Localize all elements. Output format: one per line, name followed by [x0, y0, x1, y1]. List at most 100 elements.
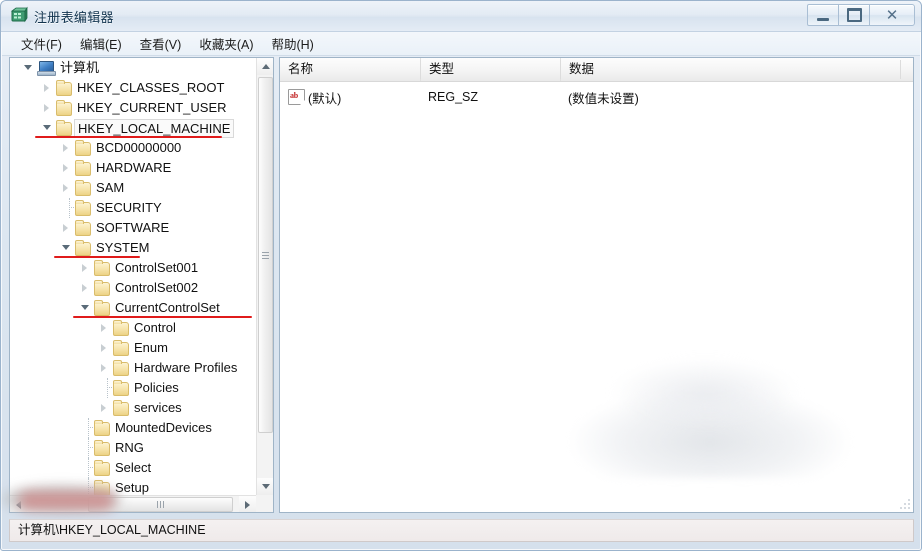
column-divider[interactable] [900, 60, 901, 79]
column-data[interactable]: 数据 [560, 58, 901, 81]
tree-item-hkey-classes-root[interactable]: HKEY_CLASSES_ROOT [10, 78, 256, 98]
grip-icon [262, 250, 269, 261]
menu-edit[interactable]: 编辑(E) [71, 32, 131, 56]
chevron-down-icon[interactable] [62, 245, 70, 250]
chevron-right-icon[interactable] [63, 184, 68, 192]
tree-item-label: services [134, 400, 182, 415]
tree-item-sam[interactable]: SAM [10, 178, 256, 198]
folder-icon [55, 120, 73, 136]
tree-item-hardware-profiles[interactable]: Hardware Profiles [10, 358, 256, 378]
menu-file[interactable]: 文件(F) [12, 32, 71, 56]
tree-item-label: SAM [96, 180, 125, 195]
close-button[interactable]: ✕ [870, 4, 915, 26]
tree-item-currentcontrolset[interactable]: CurrentControlSet [10, 298, 256, 318]
chevron-right-icon[interactable] [82, 284, 87, 292]
chevron-right-icon[interactable] [63, 224, 68, 232]
column-type[interactable]: 类型 [420, 58, 560, 81]
folder-icon [93, 260, 111, 276]
tree-horizontal-thumb[interactable] [88, 497, 233, 512]
chevron-right-icon[interactable] [101, 404, 106, 412]
tree-item-label: ControlSet001 [115, 260, 199, 275]
folder-icon [112, 380, 130, 396]
tree-item-label: Enum [134, 340, 168, 355]
folder-icon [74, 140, 92, 156]
tree-item-hkey-current-user[interactable]: HKEY_CURRENT_USER [10, 98, 256, 118]
tree-item-services[interactable]: services [10, 398, 256, 418]
chevron-down-icon[interactable] [43, 125, 51, 130]
folder-icon [93, 280, 111, 296]
tree-item-policies[interactable]: Policies [10, 378, 256, 398]
chevron-down-icon[interactable] [81, 305, 89, 310]
chevron-right-icon[interactable] [44, 104, 49, 112]
scroll-up-button[interactable] [257, 58, 273, 75]
table-row[interactable]: ab (默认) REG_SZ (数值未设置) [280, 86, 913, 108]
tree-item-label: HKEY_LOCAL_MACHINE [74, 118, 235, 138]
folder-icon [93, 440, 111, 456]
chevron-right-icon[interactable] [44, 84, 49, 92]
tree-item-controlset001[interactable]: ControlSet001 [10, 258, 256, 278]
tree-item-control[interactable]: Control [10, 318, 256, 338]
title-bar[interactable]: 注册表编辑器 ✕ [1, 1, 921, 32]
scroll-left-button[interactable] [10, 496, 27, 512]
tree-item-label: HKEY_CURRENT_USER [77, 100, 227, 115]
scrollbar-corner [256, 495, 273, 512]
scroll-right-button[interactable] [239, 496, 256, 512]
minimize-button[interactable] [807, 4, 839, 26]
menu-help[interactable]: 帮助(H) [262, 32, 322, 56]
tree-item-label: ControlSet002 [115, 280, 199, 295]
tree-item-software[interactable]: SOFTWARE [10, 218, 256, 238]
folder-icon [74, 200, 92, 216]
resize-grip-icon[interactable] [898, 497, 910, 509]
folder-icon [93, 420, 111, 436]
registry-tree-pane: 计算机 HKEY_CLASSES_ROOT HKEY_CURRENT_USER HKE… [9, 57, 274, 513]
tree-item-hkey-local-machine[interactable]: HKEY_LOCAL_MACHINE [10, 118, 256, 138]
tree-item-security[interactable]: SECURITY [10, 198, 256, 218]
chevron-right-icon[interactable] [101, 344, 106, 352]
tree-item-label: HARDWARE [96, 160, 172, 175]
folder-icon [112, 400, 130, 416]
tree-item-select[interactable]: Select [10, 458, 256, 478]
chevron-right-icon[interactable] [101, 324, 106, 332]
menu-favorites[interactable]: 收藏夹(A) [190, 32, 262, 56]
maximize-button[interactable] [839, 4, 870, 26]
tree-item-system[interactable]: SYSTEM [10, 238, 256, 258]
folder-icon [112, 360, 130, 376]
window-controls: ✕ [807, 4, 915, 26]
tree-item-label: RNG [115, 440, 144, 455]
value-data: (数值未设置) [568, 91, 639, 106]
value-type: REG_SZ [428, 90, 479, 104]
chevron-right-icon[interactable] [63, 144, 68, 152]
tree-item-setup[interactable]: Setup [10, 478, 256, 495]
registry-editor-window: 注册表编辑器 ✕ 文件(F) 编辑(E) 查看(V) 收藏夹(A) 帮助(H) … [0, 0, 922, 551]
chevron-down-icon[interactable] [24, 65, 32, 70]
tree-item-controlset002[interactable]: ControlSet002 [10, 278, 256, 298]
column-divider[interactable] [420, 60, 421, 79]
scroll-down-button[interactable] [257, 478, 273, 495]
triangle-right-icon [245, 500, 250, 509]
tree-item-rng[interactable]: RNG [10, 438, 256, 458]
triangle-down-icon [261, 484, 270, 489]
folder-icon [93, 460, 111, 476]
registry-tree[interactable]: 计算机 HKEY_CLASSES_ROOT HKEY_CURRENT_USER HKE… [10, 58, 256, 495]
chevron-right-icon[interactable] [101, 364, 106, 372]
triangle-up-icon [261, 64, 270, 69]
tree-item-label: Hardware Profiles [134, 360, 238, 375]
menu-view[interactable]: 查看(V) [131, 32, 191, 56]
tree-item-hardware[interactable]: HARDWARE [10, 158, 256, 178]
tree-item-label: 计算机 [60, 60, 100, 75]
tree-item-label: Control [134, 320, 176, 335]
chevron-right-icon[interactable] [63, 164, 68, 172]
tree-item-label: MountedDevices [115, 420, 212, 435]
tree-vertical-scrollbar[interactable] [256, 58, 273, 495]
tree-horizontal-scrollbar[interactable] [10, 495, 256, 512]
chevron-right-icon[interactable] [82, 264, 87, 272]
minimize-icon [817, 17, 829, 21]
close-icon: ✕ [885, 5, 899, 24]
column-name[interactable]: 名称 [280, 58, 420, 81]
tree-item-bcd00000000[interactable]: BCD00000000 [10, 138, 256, 158]
column-divider[interactable] [560, 60, 561, 79]
tree-item-mounteddevices[interactable]: MountedDevices [10, 418, 256, 438]
tree-vertical-thumb[interactable] [258, 77, 273, 433]
tree-item--[interactable]: 计算机 [10, 58, 256, 78]
tree-item-enum[interactable]: Enum [10, 338, 256, 358]
